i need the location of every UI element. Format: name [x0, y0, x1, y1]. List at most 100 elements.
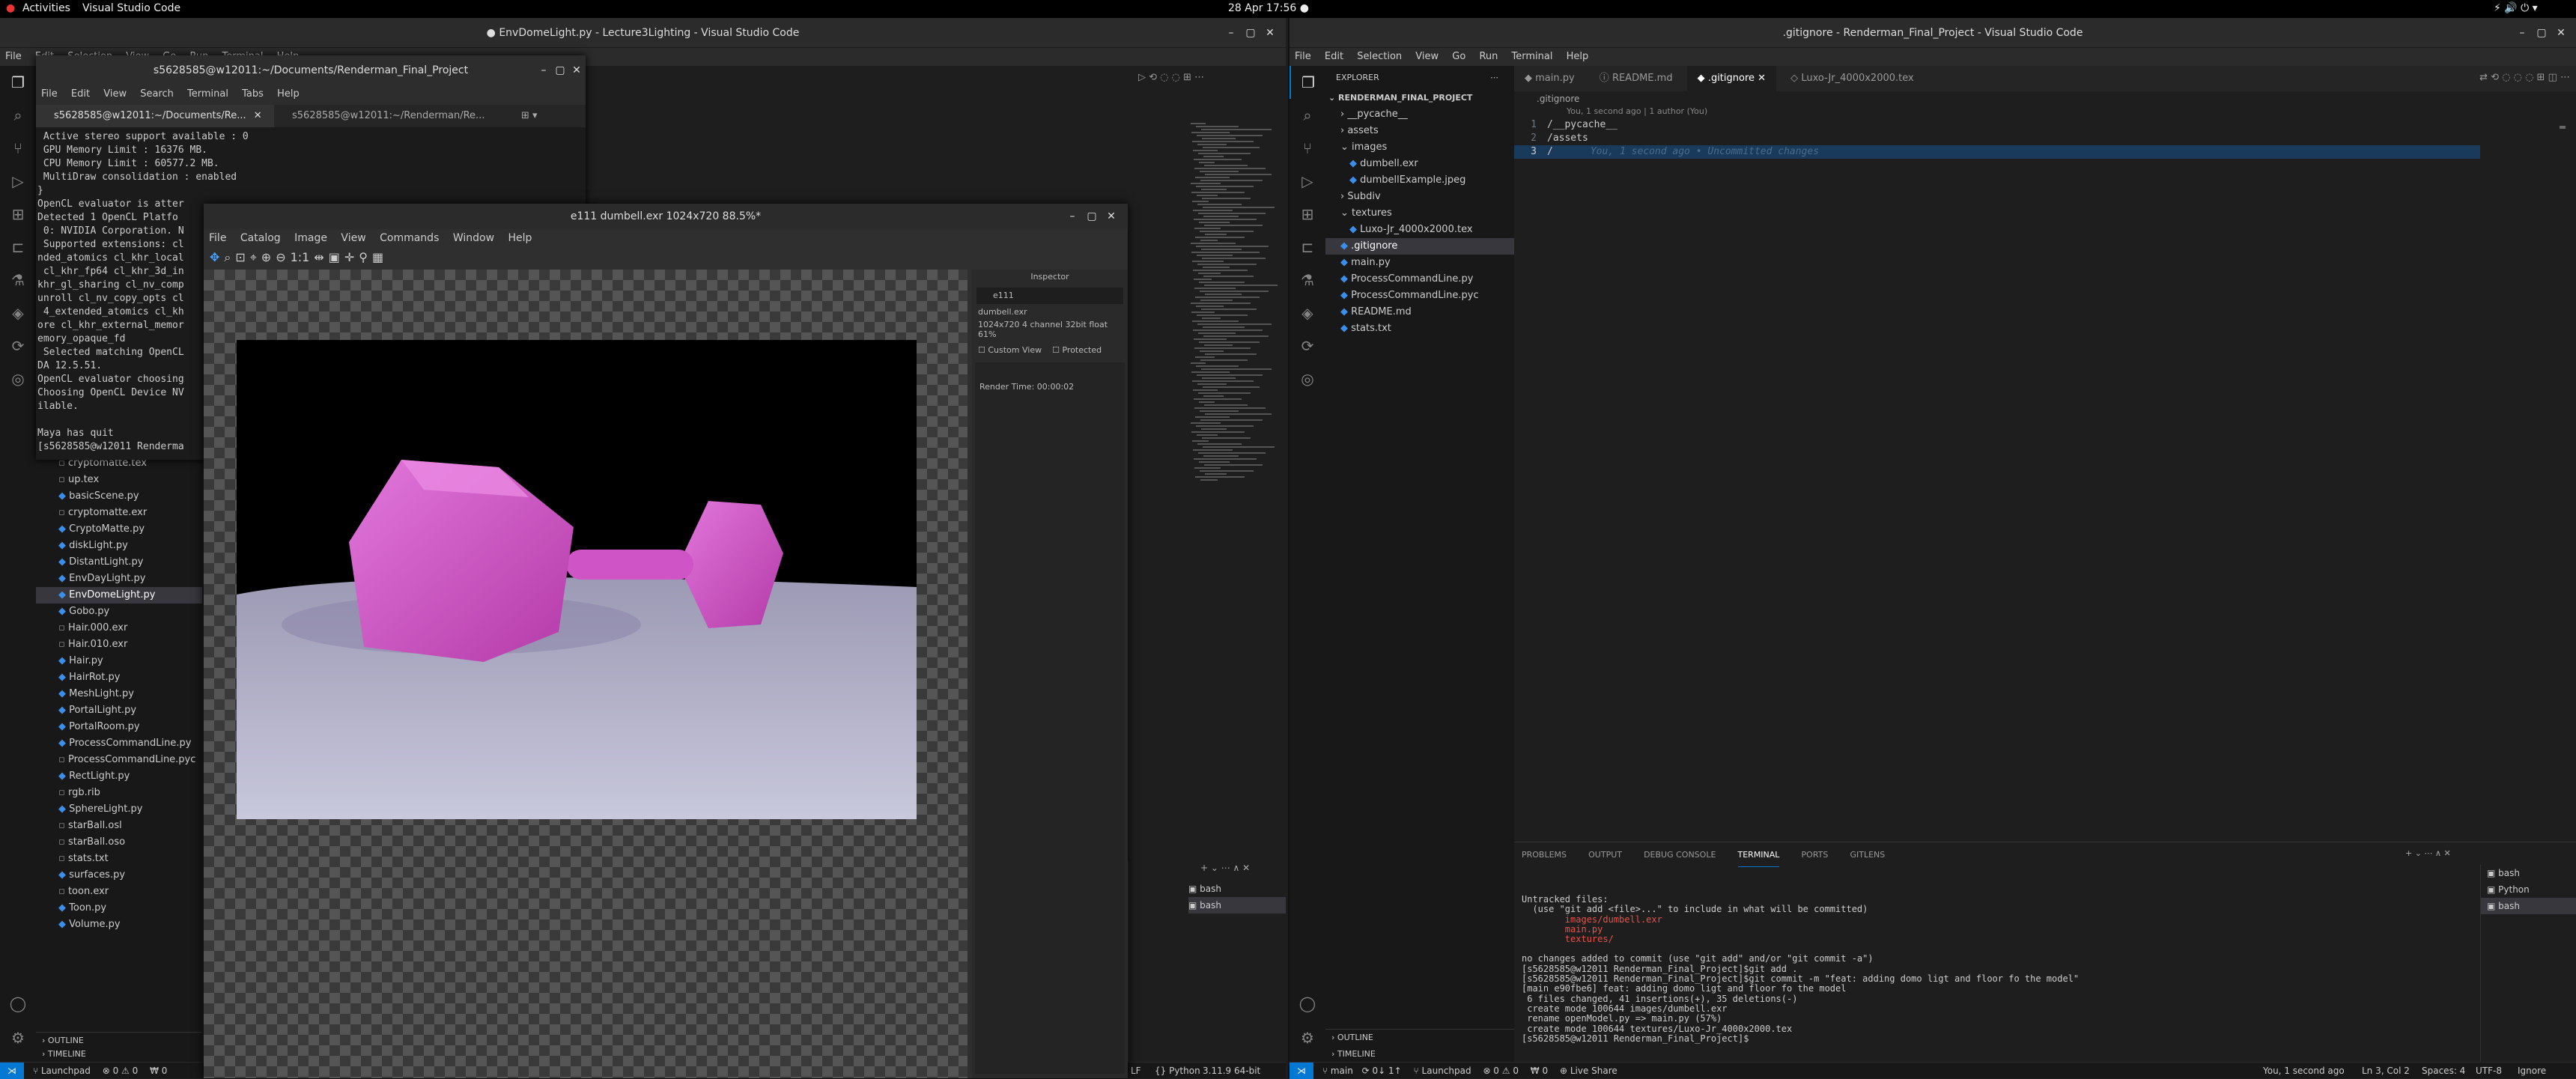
zoom-tool-icon[interactable]: ⌕ [224, 250, 231, 268]
file-item[interactable]: ◆ DistantLight.py [36, 554, 202, 571]
file-item[interactable]: ▫ toon.exr [36, 884, 202, 900]
crosshair-icon[interactable]: ✛ [344, 250, 354, 268]
remote-indicator[interactable]: ⋊ [1289, 1063, 1313, 1079]
panel-tab-gitlens[interactable]: GITLENS [1850, 844, 1885, 866]
status-errors[interactable]: ⊗ 0 ⚠ 0 [103, 1066, 139, 1076]
project-root[interactable]: ⌄ RENDERMAN_FINAL_PROJECT [1325, 90, 1514, 106]
gitlens-icon[interactable]: ◈ [1289, 297, 1325, 329]
menu-terminal[interactable]: Terminal [1507, 48, 1558, 65]
tab-luxo-tex[interactable]: ◇ Luxo-Jr_4000x2000.tex [1780, 66, 1925, 91]
python-icon[interactable]: ◎ [1289, 362, 1325, 395]
outline-section[interactable]: › OUTLINE [1325, 1030, 1514, 1046]
status-w[interactable]: ₩ 0 [150, 1066, 167, 1076]
extensions-icon[interactable]: ⊞ [0, 198, 36, 231]
status-cursor-position[interactable]: Ln 3, Col 2 [2362, 1063, 2410, 1079]
file-item[interactable]: ◆ EnvDayLight.py [36, 571, 202, 587]
folder-item[interactable]: ⌄ textures [1325, 205, 1514, 222]
it-menu-help[interactable]: Help [502, 229, 537, 247]
new-tab-icon[interactable]: ⊞ ▾ [512, 105, 538, 127]
python-icon[interactable]: ◎ [0, 362, 36, 395]
menu-help[interactable]: Help [1561, 48, 1594, 65]
file-item[interactable]: ▫ starBall.oso [36, 834, 202, 851]
file-item[interactable]: ◆ SphereLight.py [36, 801, 202, 818]
file-item[interactable]: ▫ Hair.000.exr [36, 620, 202, 636]
it-menu-commands[interactable]: Commands [374, 229, 444, 247]
terminal-item-active[interactable]: ▣ bash [2481, 898, 2576, 914]
extensions-icon[interactable]: ⊞ [1289, 198, 1325, 231]
custom-view-checkbox[interactable]: ☐ Custom View [978, 345, 1042, 355]
panel-tab-terminal[interactable]: TERMINAL [1737, 844, 1780, 867]
testing-icon[interactable]: ⚗ [0, 264, 36, 297]
terminal-actions[interactable]: + ⌄ ⋯ ∧ ✕ [2405, 842, 2451, 865]
system-tray-icons[interactable]: ⚡ 🔊 ⏻ ▾ [2494, 2, 2538, 14]
tab-close-icon[interactable]: ✕ [254, 110, 262, 121]
file-item[interactable]: ◆ diskLight.py [36, 538, 202, 554]
terminal-actions[interactable]: + ⌄ ⋯ ∧ ✕ [1200, 863, 1250, 873]
integrated-terminal[interactable]: Untracked files: (use "git add <file>...… [1522, 895, 2465, 1060]
region-tool-icon[interactable]: ⌖ [250, 250, 257, 268]
flip-icon[interactable]: ⇹ [314, 250, 323, 268]
minimize-icon[interactable]: – [1062, 204, 1083, 229]
scrollbar-marker[interactable] [2560, 126, 2566, 129]
file-item[interactable]: ◆ PortalLight.py [36, 702, 202, 719]
maximize-icon[interactable]: ▢ [1240, 18, 1261, 48]
file-item[interactable]: ◆ basicScene.py [36, 488, 202, 505]
editor-actions[interactable]: ⇄ ⟲ ◌ ◌ ◌ ⊞ ◫ ⋯ [2479, 72, 2570, 83]
folder-item[interactable]: › __pycache__ [1325, 106, 1514, 123]
source-control-icon[interactable]: ⑂ [0, 132, 36, 165]
folder-item[interactable]: › Subdiv [1325, 189, 1514, 205]
terminal-tab-active[interactable]: s5628585@w12011:~/Documents/Re... ✕ [36, 105, 274, 127]
mag-icon[interactable]: ⚲ [359, 250, 368, 268]
panel-tab-ports[interactable]: PORTS [1802, 844, 1829, 866]
status-language[interactable]: Ignore [2518, 1063, 2546, 1079]
file-item[interactable]: ◆ .gitignore [1325, 238, 1514, 255]
tab-main-py[interactable]: ◆ main.py [1514, 66, 1585, 91]
snapshot-icon[interactable]: ▣ [329, 250, 340, 268]
file-item[interactable]: ◆ ProcessCommandLine.py [36, 735, 202, 752]
status-language[interactable]: {} Python [1155, 1063, 1200, 1079]
remote-icon[interactable]: ⊏ [1289, 231, 1325, 264]
terminal-item-active[interactable]: ▣ bash [1188, 897, 1286, 914]
file-item[interactable]: ▫ Hair.010.exr [36, 636, 202, 653]
grid-icon[interactable]: ▦ [372, 250, 383, 268]
file-item[interactable]: ◆ dumbell.exr [1325, 156, 1514, 172]
it-menu-view[interactable]: View [335, 229, 371, 247]
status-python-version[interactable]: 3.11.9 64-bit [1203, 1063, 1260, 1079]
menu-file[interactable]: File [1289, 48, 1316, 65]
file-item[interactable]: ◆ dumbellExample.jpeg [1325, 172, 1514, 189]
status-sync[interactable]: ⟳ 0↓ 1↑ [1362, 1066, 1402, 1076]
file-item[interactable]: ◆ main.py [1325, 255, 1514, 271]
it-menu-image[interactable]: Image [289, 229, 332, 247]
run-debug-icon[interactable]: ▷ [0, 165, 36, 198]
account-icon[interactable]: ◯ [0, 987, 36, 1020]
close-icon[interactable]: ✕ [2551, 18, 2572, 48]
file-item[interactable]: ◆ EnvDomeLight.py [36, 587, 202, 604]
app-menu[interactable]: Visual Studio Code [82, 2, 180, 14]
term-menu-view[interactable]: View [98, 85, 132, 103]
file-item[interactable]: ◆ CryptoMatte.py [36, 521, 202, 538]
terminal-item[interactable]: ▣ Python [2481, 881, 2576, 898]
file-item[interactable]: ◆ MeshLight.py [36, 686, 202, 702]
status-branch[interactable]: ⑂ main [1322, 1066, 1353, 1076]
live-share-icon[interactable]: ⟳ [0, 329, 36, 362]
editor-actions[interactable]: ▷ ⟲ ◌ ◌ ⊞ ⋯ [1138, 72, 1204, 83]
gitlens-icon[interactable]: ◈ [0, 297, 36, 329]
status-launchpad[interactable]: ⑂ Launchpad [1414, 1066, 1471, 1076]
activities-button[interactable]: Activities [22, 2, 70, 14]
it-menu-file[interactable]: File [204, 229, 231, 247]
file-item[interactable]: ◆ ProcessCommandLine.pyc [1325, 288, 1514, 304]
term-menu-tabs[interactable]: Tabs [237, 85, 269, 103]
tab-gitignore[interactable]: ◆ .gitignore ✕ [1686, 66, 1777, 91]
zoom-out-icon[interactable]: ⊖ [276, 250, 285, 268]
term-menu-search[interactable]: Search [135, 85, 179, 103]
pan-tool-icon[interactable]: ✥ [210, 250, 219, 268]
file-item[interactable]: ▫ stats.txt [36, 851, 202, 867]
search-icon[interactable]: ⌕ [1289, 99, 1325, 132]
status-errors[interactable]: ⊗ 0 ⚠ 0 [1483, 1066, 1519, 1076]
file-item[interactable]: ▫ up.tex [36, 472, 202, 488]
file-item[interactable]: ◆ RectLight.py [36, 768, 202, 785]
tab-close-icon[interactable]: ✕ [1758, 73, 1766, 84]
protected-checkbox[interactable]: ☐ Protected [1052, 345, 1102, 355]
source-control-icon[interactable]: ⑂ [1289, 132, 1325, 165]
tab-readme[interactable]: ⓘ README.md [1588, 66, 1683, 91]
